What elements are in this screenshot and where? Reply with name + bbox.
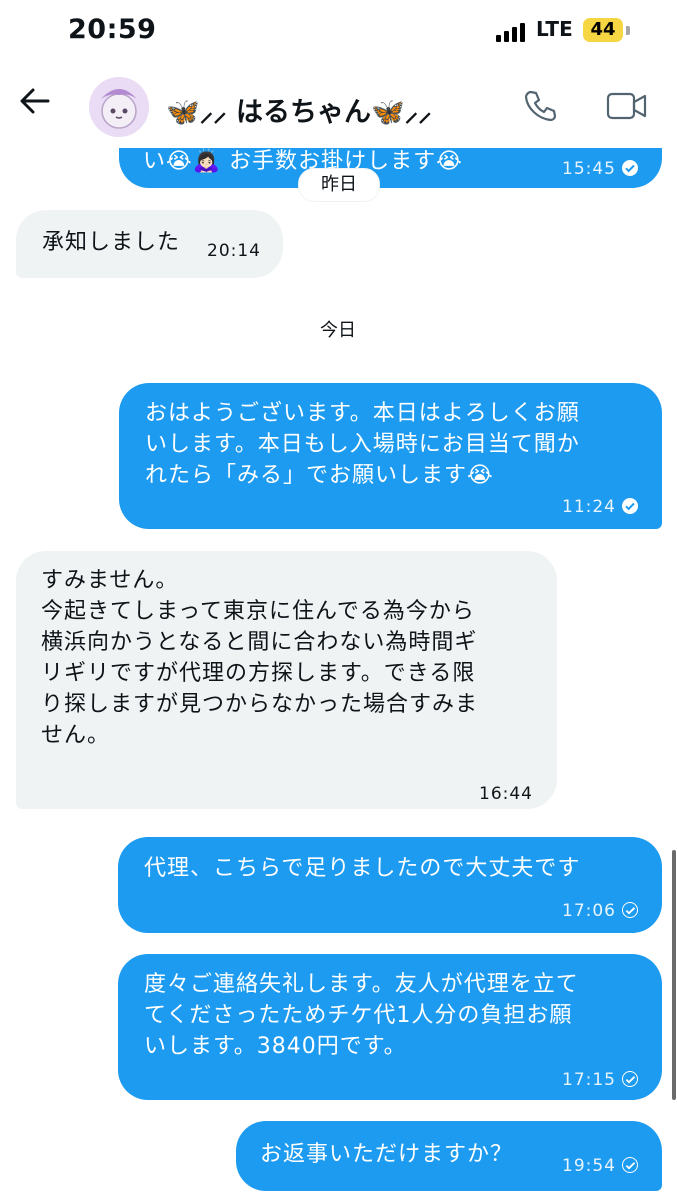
message-time: 11:24 (562, 492, 638, 523)
read-check-icon (622, 160, 638, 176)
date-divider: 昨日 (298, 168, 380, 202)
sent-check-icon (622, 902, 638, 918)
message-text: 承知しました (42, 230, 181, 255)
message-text: 代理、こちらで足りましたので大丈夫です (144, 856, 581, 881)
sent-check-icon (622, 1071, 638, 1087)
message-bubble-out[interactable]: おはようございます。本日はよろしくお願 いします。本日もし入場時にお目当て聞か … (119, 383, 662, 529)
message-bubble-out[interactable]: 代理、こちらで足りましたので大丈夫です 17:06 (118, 837, 662, 933)
date-divider: 今日 (320, 320, 356, 341)
message-bubble-in[interactable]: すみません。 今起きてしまって東京に住んでる為今から 横浜向かうとなると間に合わ… (16, 551, 557, 809)
message-bubble-out[interactable]: 度々ご連絡失礼します。友人が代理を立て てくださったためチケ代1人分の負担お願 … (118, 954, 662, 1100)
message-time: 17:15 (562, 1065, 638, 1096)
phone-icon[interactable] (522, 88, 558, 124)
battery-cap (626, 26, 630, 35)
message-bubble-out[interactable]: い😭🙇🏻‍♀️ お手数お掛けします😭 15:45 (119, 148, 662, 188)
sent-check-icon (622, 1157, 638, 1173)
scrollbar[interactable] (672, 850, 676, 1100)
message-text: おはようございます。本日はよろしくお願 いします。本日もし入場時にお目当て聞か … (145, 401, 580, 488)
message-time: 16:44 (479, 784, 533, 804)
signal-icon (496, 22, 528, 42)
back-arrow-icon[interactable] (18, 84, 52, 118)
avatar[interactable] (89, 77, 149, 137)
message-time: 19:54 (562, 1151, 638, 1182)
message-list[interactable]: い😭🙇🏻‍♀️ お手数お掛けします😭 15:45 昨日 承知しました 20:14… (0, 148, 677, 1200)
video-icon[interactable] (606, 90, 648, 122)
message-text: お返事いただけますか？ (260, 1142, 514, 1167)
message-bubble-out[interactable]: お返事いただけますか？ 19:54 (236, 1121, 662, 1191)
message-text: すみません。 今起きてしまって東京に住んでる為今から 横浜向かうとなると間に合わ… (41, 568, 479, 748)
contact-name[interactable]: 🦋⸝⸝ はるちゃん🦋⸝⸝ (166, 90, 432, 129)
status-bar: 20:59 LTE 44 (0, 0, 677, 64)
network-label: LTE (536, 17, 573, 41)
message-time: 15:45 (562, 154, 638, 185)
battery-icon: 44 (583, 18, 623, 42)
message-time: 17:06 (562, 896, 638, 927)
read-check-icon (622, 498, 638, 514)
message-time: 20:14 (207, 241, 261, 261)
status-time: 20:59 (68, 14, 157, 45)
message-bubble-in[interactable]: 承知しました 20:14 (16, 210, 283, 278)
message-text: 度々ご連絡失礼します。友人が代理を立て てくださったためチケ代1人分の負担お願 … (144, 972, 579, 1059)
conversation-header: 🦋⸝⸝ はるちゃん🦋⸝⸝ (0, 64, 677, 148)
